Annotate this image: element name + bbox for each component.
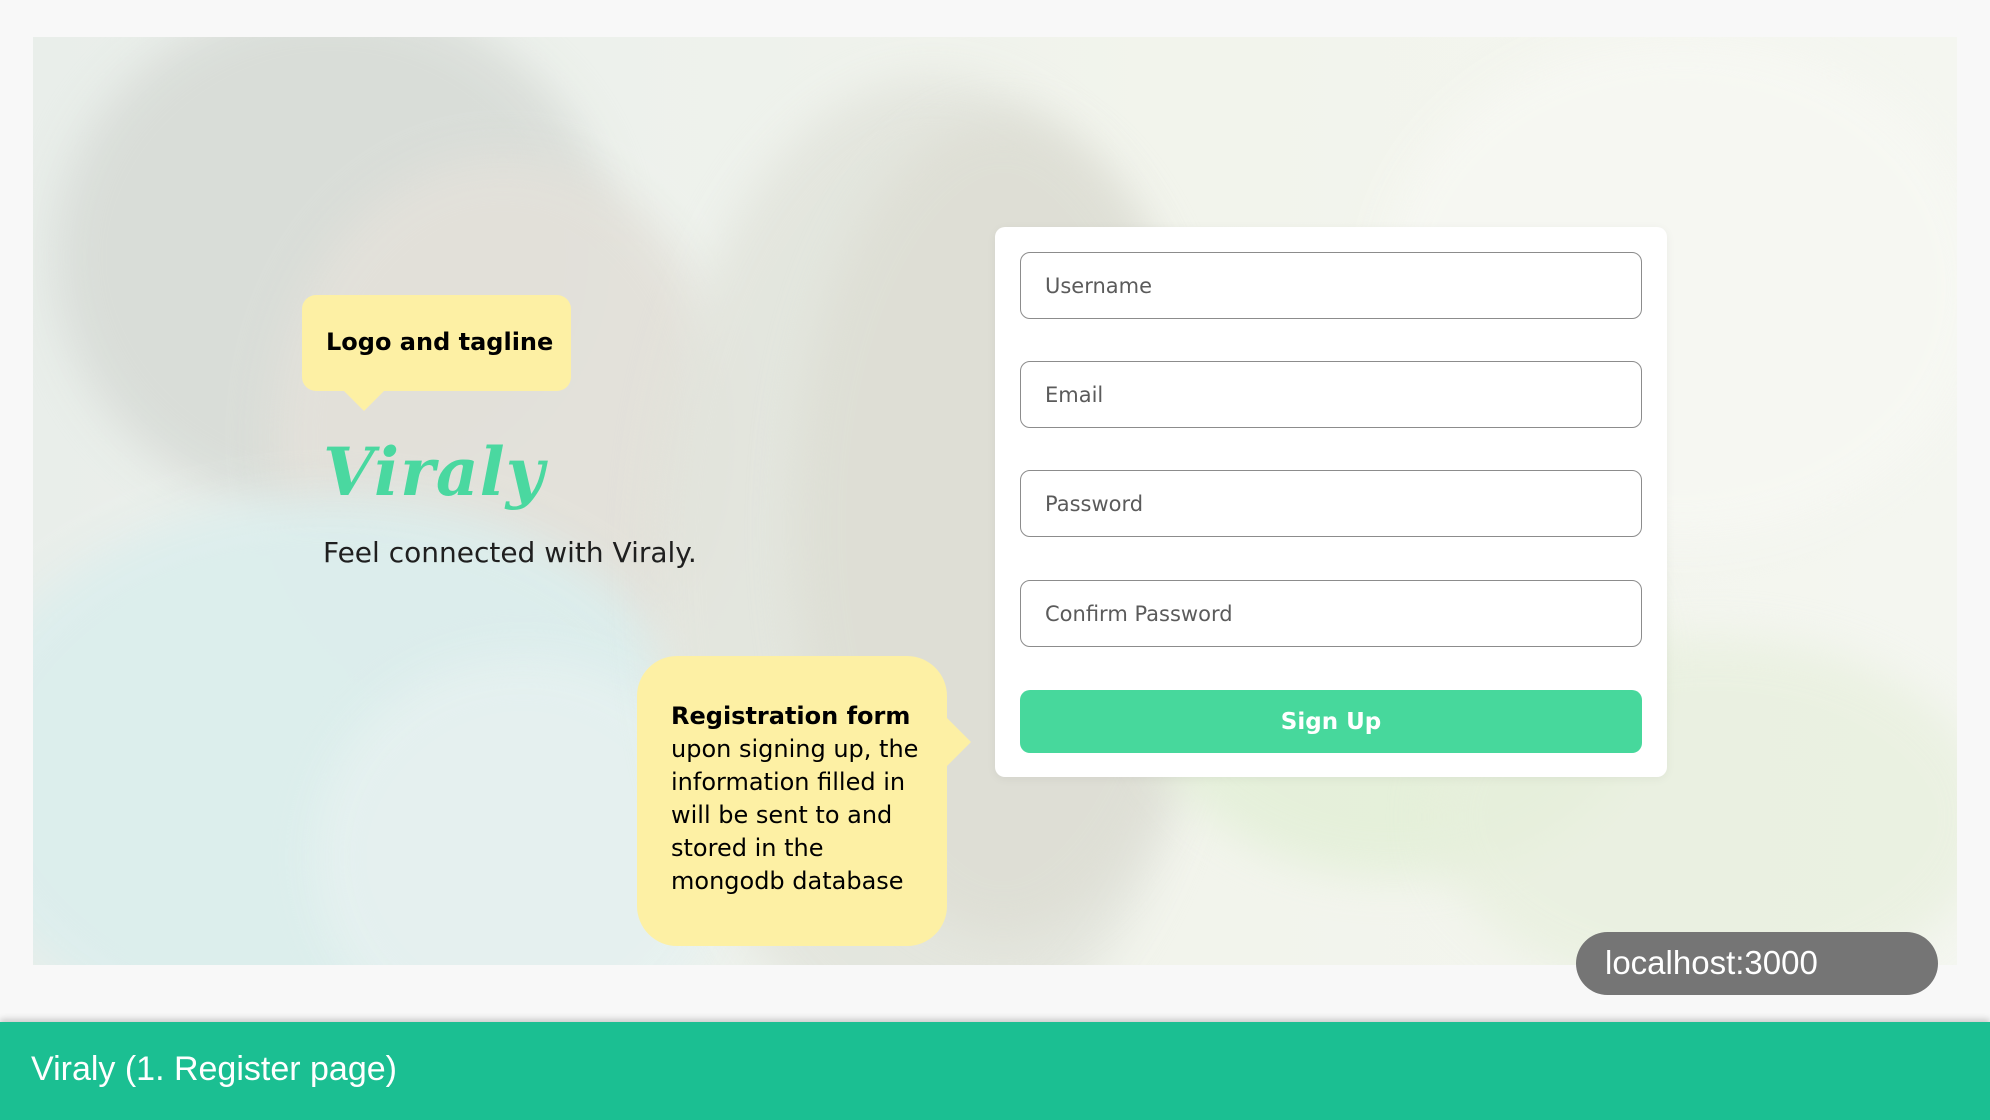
- logo-annotation-text: Logo and tagline: [326, 328, 554, 356]
- url-label: localhost:3000: [1576, 932, 1938, 995]
- email-input[interactable]: [1020, 361, 1642, 428]
- caption-bar: Viraly (1. Register page): [0, 1022, 1990, 1120]
- confirm-password-input[interactable]: [1020, 580, 1642, 647]
- registration-form: Sign Up: [995, 227, 1667, 777]
- form-annotation-body: upon signing up, the information filled …: [671, 735, 919, 895]
- username-input[interactable]: [1020, 252, 1642, 319]
- logo-annotation-callout: Logo and tagline: [302, 295, 571, 411]
- sign-up-button[interactable]: Sign Up: [1020, 690, 1642, 753]
- password-input[interactable]: [1020, 470, 1642, 537]
- form-annotation-callout: Registration form upon signing up, the i…: [637, 656, 971, 946]
- form-annotation-title: Registration form: [671, 702, 911, 730]
- tagline: Feel connected with Viraly.: [323, 536, 697, 569]
- slide-caption: Viraly (1. Register page): [31, 1050, 397, 1088]
- viraly-logo: Viraly: [323, 433, 546, 511]
